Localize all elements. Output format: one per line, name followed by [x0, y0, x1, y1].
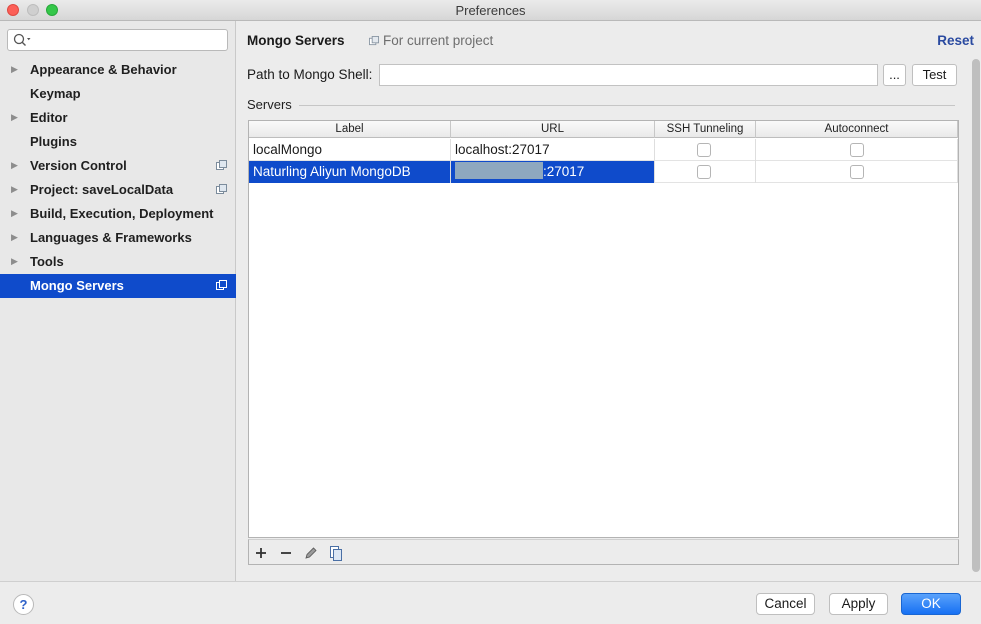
vertical-scrollbar[interactable] [972, 59, 980, 572]
server-url-cell[interactable]: localhost:27017 [451, 139, 655, 161]
cancel-button[interactable]: Cancel [756, 593, 815, 615]
sidebar-item-label: Plugins [30, 134, 77, 149]
expand-arrow-icon[interactable]: ▶ [11, 255, 21, 267]
sidebar-item-label: Build, Execution, Deployment [30, 206, 214, 221]
sidebar-item-label: Editor [30, 110, 68, 125]
servers-section-title: Servers [247, 97, 292, 112]
mongo-shell-path-input[interactable] [379, 64, 878, 86]
test-button[interactable]: Test [912, 64, 957, 86]
edit-icon[interactable] [301, 543, 321, 563]
table-row[interactable]: Naturling Aliyun MongoDB :27017 [249, 161, 958, 183]
section-divider [299, 105, 955, 106]
sidebar-item-project[interactable]: ▶ Project: saveLocalData [0, 178, 236, 202]
autoconnect-checkbox[interactable] [850, 143, 864, 157]
column-header-url[interactable]: URL [451, 121, 655, 138]
browse-button[interactable]: ... [883, 64, 906, 86]
column-header-ssh-tunneling[interactable]: SSH Tunneling [655, 121, 756, 138]
redacted-host [455, 162, 543, 179]
server-url-cell[interactable]: :27017 [451, 161, 655, 183]
settings-sidebar: ▶ Appearance & Behavior Keymap ▶ Editor … [0, 21, 236, 581]
expand-arrow-icon[interactable]: ▶ [11, 207, 21, 219]
autoconnect-cell [756, 139, 958, 161]
project-settings-icon [216, 280, 227, 290]
reset-link[interactable]: Reset [937, 33, 974, 48]
sidebar-item-label: Project: saveLocalData [30, 182, 174, 197]
ssh-tunneling-checkbox[interactable] [697, 165, 711, 179]
servers-table[interactable]: Label URL SSH Tunneling Autoconnect loca… [248, 120, 959, 538]
page-title: Mongo Servers [247, 33, 345, 48]
mongo-shell-path-label: Path to Mongo Shell: [247, 67, 373, 82]
sidebar-item-label: Languages & Frameworks [30, 230, 192, 245]
column-header-autoconnect[interactable]: Autoconnect [756, 121, 958, 138]
window-titlebar: Preferences [0, 0, 981, 21]
project-settings-icon [216, 160, 227, 170]
help-button[interactable]: ? [13, 594, 34, 615]
sidebar-item-build-execution-deployment[interactable]: ▶ Build, Execution, Deployment [0, 202, 236, 226]
expand-arrow-icon[interactable]: ▶ [11, 159, 21, 171]
server-label-cell[interactable]: Naturling Aliyun MongoDB [249, 161, 451, 183]
autoconnect-cell [756, 161, 958, 183]
remove-icon[interactable] [276, 543, 296, 563]
ok-button[interactable]: OK [901, 593, 961, 615]
scope-label: For current project [383, 33, 494, 48]
project-settings-icon [216, 184, 227, 194]
dialog-footer: ? Cancel Apply OK [0, 581, 981, 624]
sidebar-item-label: Mongo Servers [30, 278, 124, 293]
autoconnect-checkbox[interactable] [850, 165, 864, 179]
sidebar-item-plugins[interactable]: Plugins [0, 130, 236, 154]
column-header-label[interactable]: Label [249, 121, 451, 138]
sidebar-item-label: Appearance & Behavior [30, 62, 177, 77]
expand-arrow-icon[interactable]: ▶ [11, 111, 21, 123]
project-scope-icon [369, 36, 379, 46]
copy-icon[interactable] [326, 543, 346, 563]
table-toolbar [248, 539, 959, 565]
server-url-port: :27017 [543, 164, 585, 179]
sidebar-item-version-control[interactable]: ▶ Version Control [0, 154, 236, 178]
window-title: Preferences [455, 3, 526, 18]
sidebar-item-mongo-servers[interactable]: Mongo Servers [0, 274, 236, 298]
server-label-cell[interactable]: localMongo [249, 139, 451, 161]
sidebar-item-keymap[interactable]: Keymap [0, 82, 236, 106]
apply-button[interactable]: Apply [829, 593, 888, 615]
add-icon[interactable] [251, 543, 271, 563]
sidebar-item-tools[interactable]: ▶ Tools [0, 250, 236, 274]
sidebar-item-label: Keymap [30, 86, 81, 101]
expand-arrow-icon[interactable]: ▶ [11, 183, 21, 195]
ssh-tunneling-cell [655, 161, 756, 183]
sidebar-item-label: Tools [30, 254, 64, 269]
sidebar-item-appearance-behavior[interactable]: ▶ Appearance & Behavior [0, 58, 236, 82]
mongo-servers-panel: Mongo Servers For current project Reset … [237, 21, 981, 581]
sidebar-item-languages-frameworks[interactable]: ▶ Languages & Frameworks [0, 226, 236, 250]
search-icon [13, 33, 31, 46]
expand-arrow-icon[interactable]: ▶ [11, 63, 21, 75]
table-header: Label URL SSH Tunneling Autoconnect [249, 121, 958, 138]
ssh-tunneling-checkbox[interactable] [697, 143, 711, 157]
ssh-tunneling-cell [655, 139, 756, 161]
sidebar-item-editor[interactable]: ▶ Editor [0, 106, 236, 130]
table-row[interactable]: localMongo localhost:27017 [249, 139, 958, 161]
sidebar-item-label: Version Control [30, 158, 127, 173]
settings-search-field[interactable] [7, 29, 228, 51]
expand-arrow-icon[interactable]: ▶ [11, 231, 21, 243]
